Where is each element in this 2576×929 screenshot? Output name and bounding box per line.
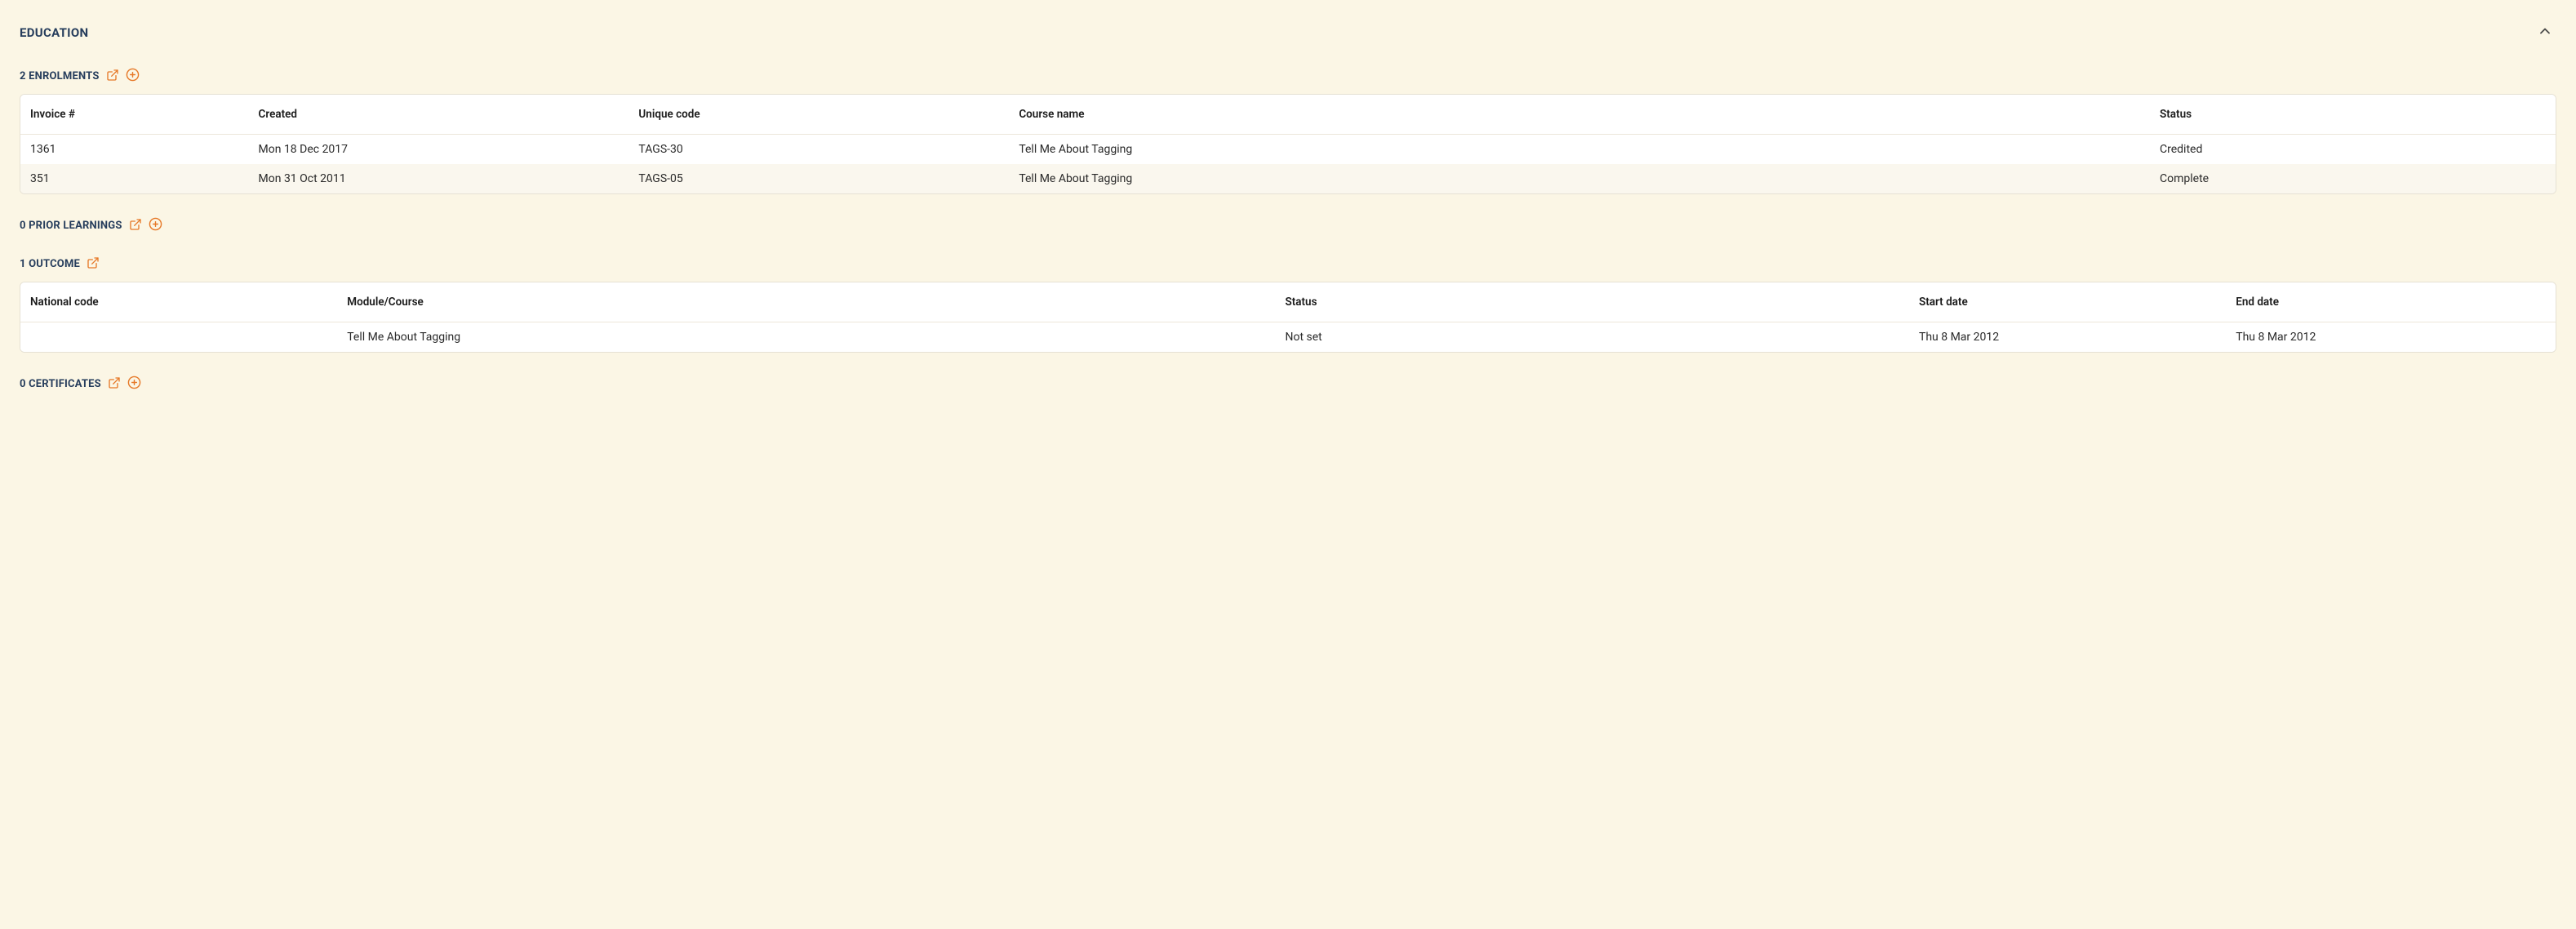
col-start-date[interactable]: Start date (1909, 282, 2226, 322)
cell-module-course: Tell Me About Tagging (337, 322, 1275, 353)
cell-status: Complete (2150, 164, 2556, 193)
outcome-header: 1 OUTCOME (20, 256, 2556, 272)
certificates-open-button[interactable] (108, 376, 121, 392)
col-end-date[interactable]: End date (2226, 282, 2556, 322)
table-header-row: National code Module/Course Status Start… (20, 282, 2556, 322)
plus-circle-icon (126, 68, 140, 84)
certificates-section: 0 CERTIFICATES (20, 376, 2556, 392)
prior-learnings-open-button[interactable] (129, 218, 142, 233)
enrolments-table-wrap: Invoice # Created Unique code Course nam… (20, 94, 2556, 194)
cell-start-date: Thu 8 Mar 2012 (1909, 322, 2226, 353)
cell-created: Mon 31 Oct 2011 (249, 164, 629, 193)
prior-learnings-add-button[interactable] (149, 217, 162, 233)
enrolments-section: 2 ENROLMENTS Invoice # Creat (20, 68, 2556, 194)
cell-invoice: 1361 (20, 135, 249, 165)
col-module-course[interactable]: Module/Course (337, 282, 1275, 322)
prior-learnings-heading: 0 PRIOR LEARNINGS (20, 220, 122, 232)
education-title: EDUCATION (20, 25, 88, 40)
cell-end-date: Thu 8 Mar 2012 (2226, 322, 2556, 353)
external-link-icon (87, 256, 100, 272)
external-link-icon (108, 376, 121, 392)
table-row[interactable]: 351 Mon 31 Oct 2011 TAGS-05 Tell Me Abou… (20, 164, 2556, 193)
outcome-open-button[interactable] (87, 256, 100, 272)
enrolments-add-button[interactable] (126, 68, 140, 84)
col-unique-code[interactable]: Unique code (628, 95, 1009, 135)
col-invoice[interactable]: Invoice # (20, 95, 249, 135)
col-status[interactable]: Status (1275, 282, 1909, 322)
outcome-table-wrap: National code Module/Course Status Start… (20, 282, 2556, 353)
cell-course-name: Tell Me About Tagging (1009, 135, 2150, 165)
certificates-add-button[interactable] (127, 376, 141, 392)
certificates-header: 0 CERTIFICATES (20, 376, 2556, 392)
enrolments-header: 2 ENROLMENTS (20, 68, 2556, 84)
cell-unique-code: TAGS-30 (628, 135, 1009, 165)
education-panel-header: EDUCATION (20, 20, 2556, 45)
cell-status: Credited (2150, 135, 2556, 165)
cell-invoice: 351 (20, 164, 249, 193)
col-created[interactable]: Created (249, 95, 629, 135)
certificates-heading: 0 CERTIFICATES (20, 378, 101, 390)
outcome-heading: 1 OUTCOME (20, 258, 80, 270)
outcome-table: National code Module/Course Status Start… (20, 282, 2556, 352)
collapse-button[interactable] (2534, 20, 2556, 45)
prior-learnings-section: 0 PRIOR LEARNINGS (20, 217, 2556, 233)
cell-status: Not set (1275, 322, 1909, 353)
table-row[interactable]: Tell Me About Tagging Not set Thu 8 Mar … (20, 322, 2556, 353)
prior-learnings-header: 0 PRIOR LEARNINGS (20, 217, 2556, 233)
table-header-row: Invoice # Created Unique code Course nam… (20, 95, 2556, 135)
external-link-icon (106, 69, 119, 84)
cell-created: Mon 18 Dec 2017 (249, 135, 629, 165)
plus-circle-icon (149, 217, 162, 233)
table-row[interactable]: 1361 Mon 18 Dec 2017 TAGS-30 Tell Me Abo… (20, 135, 2556, 165)
enrolments-table: Invoice # Created Unique code Course nam… (20, 95, 2556, 193)
cell-unique-code: TAGS-05 (628, 164, 1009, 193)
enrolments-heading: 2 ENROLMENTS (20, 70, 100, 82)
col-status[interactable]: Status (2150, 95, 2556, 135)
chevron-up-icon (2537, 23, 2553, 42)
enrolments-open-button[interactable] (106, 69, 119, 84)
cell-course-name: Tell Me About Tagging (1009, 164, 2150, 193)
cell-national-code (20, 322, 337, 353)
plus-circle-icon (127, 376, 141, 392)
external-link-icon (129, 218, 142, 233)
col-national-code[interactable]: National code (20, 282, 337, 322)
outcome-section: 1 OUTCOME National code Module/Course St… (20, 256, 2556, 353)
col-course-name[interactable]: Course name (1009, 95, 2150, 135)
